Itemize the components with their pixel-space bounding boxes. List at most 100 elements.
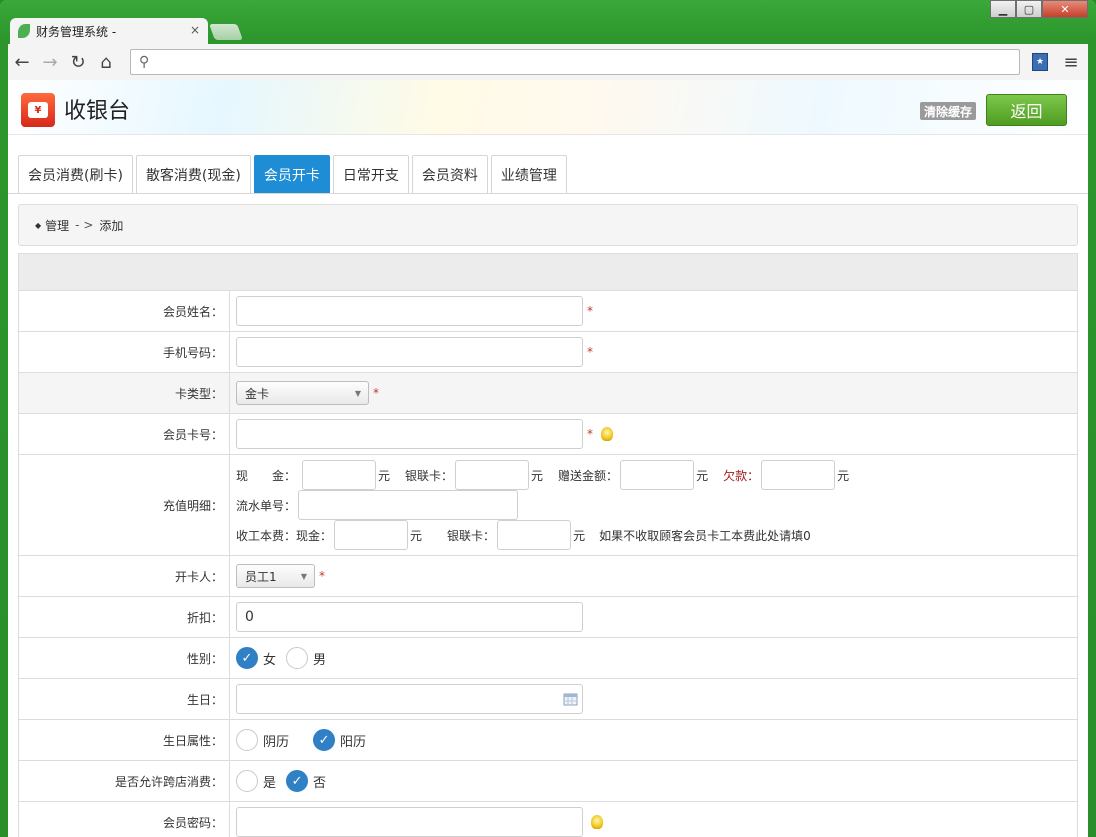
chevron-down-icon: ▼ [300,572,307,581]
serial-no-input[interactable] [298,490,519,520]
fee-note: 如果不收取顾客会员卡工本费此处请填0 [599,528,811,543]
row-birthday: 生日： [19,679,1077,720]
tab-guest-consume[interactable]: 散客消费(现金) [135,155,251,194]
yuan-unit: 元 [531,468,544,483]
yes-label: 是 [263,775,277,791]
browser-toolbar: ← → ↻ ⌂ ⚲ ★ ≡ [8,44,1088,80]
lunar-label: 阴历 [263,734,290,750]
bankcard-input[interactable] [455,460,530,490]
address-bar[interactable]: ⚲ [130,49,1020,75]
birthday-label: 生日： [19,679,230,719]
cross-store-yes-radio[interactable] [236,770,258,792]
app-header: ¥ 收银台 清除缓存 返回 [8,80,1088,135]
breadcrumb: ◆ 管理 - > 添加 [18,204,1078,246]
yuan-unit: 元 [696,468,709,483]
fee-bankcard-label: 银联卡： [447,528,496,543]
row-opener: 开卡人： 员工1 ▼ * [19,556,1077,597]
lunar-radio[interactable] [236,729,258,751]
reload-icon[interactable]: ↻ [64,48,92,76]
solar-radio[interactable]: ✓ [313,729,336,751]
clear-cache-button[interactable]: 清除缓存 [920,102,977,120]
cash-label: 现 金： [236,468,297,483]
phone-input[interactable] [236,337,583,367]
no-label: 否 [313,775,327,791]
browser-window: ▁ ▢ ✕ 财务管理系统 - × ← → ↻ ⌂ ⚲ ★ ≡ ¥ 收银台 清除缓… [0,0,1096,837]
home-icon[interactable]: ⌂ [92,48,120,76]
row-cross-store: 是否允许跨店消费： 是 ✓ 否 [19,761,1077,802]
opener-value: 员工1 [245,569,277,584]
new-tab-button[interactable] [209,24,243,40]
member-name-input[interactable] [236,296,583,326]
back-button[interactable]: 返回 [986,94,1067,126]
opener-select[interactable]: 员工1 ▼ [236,564,315,588]
tab-daily-expense[interactable]: 日常开支 [332,155,409,194]
opener-label: 开卡人： [19,556,230,596]
gift-amount-input[interactable] [620,460,695,490]
row-member-name: 会员姓名： * [19,291,1077,332]
gender-male-radio[interactable] [286,647,309,669]
row-card-number: 会员卡号： * [19,414,1077,455]
row-password: 会员密码： [19,802,1077,837]
tab-performance[interactable]: 业绩管理 [490,155,567,194]
cross-store-label: 是否允许跨店消费： [19,761,230,801]
cross-store-no-radio[interactable]: ✓ [286,770,309,792]
tab-member-open-card[interactable]: 会员开卡 [253,155,330,194]
card-type-select[interactable]: 金卡 ▼ [236,381,369,405]
gift-amount-label: 赠送金额： [558,468,619,483]
close-window-icon[interactable]: ✕ [1042,0,1088,18]
bankcard-label: 银联卡： [405,468,454,483]
search-icon: ⚲ [139,54,150,70]
card-number-input[interactable] [236,419,583,449]
yuan-unit: 元 [410,528,423,543]
birthday-type-label: 生日属性： [19,720,230,760]
card-fee-label: 收工本费： [236,528,297,543]
breadcrumb-add: 添加 [99,218,124,233]
yuan-unit: 元 [573,528,586,543]
row-phone: 手机号码： * [19,332,1077,373]
password-input[interactable] [236,807,583,837]
discount-input[interactable]: 0 [236,602,583,632]
tab-close-icon[interactable]: × [190,23,200,37]
browser-tab[interactable]: 财务管理系统 - × [10,18,208,44]
menu-icon[interactable]: ≡ [1060,50,1082,74]
page-viewport: ¥ 收银台 清除缓存 返回 会员消费(刷卡) 散客消费(现金) 会员开卡 日常开… [8,80,1088,837]
chevron-down-icon: ▼ [354,389,361,398]
back-arrow-icon[interactable]: ← [8,48,36,76]
maximize-icon[interactable]: ▢ [1016,0,1042,18]
required-mark: * [587,427,593,441]
diamond-icon: ◆ [35,220,42,230]
browser-tabstrip: 财务管理系统 - × [10,18,243,44]
open-card-form: 会员姓名： * 手机号码： * 卡类型： 金卡 ▼ * 会员卡号： * 充值明细… [18,253,1078,837]
browser-tab-title: 财务管理系统 - [36,24,117,39]
cash-register-logo-icon: ¥ [21,93,55,127]
minimize-icon[interactable]: ▁ [990,0,1016,18]
window-controls: ▁ ▢ ✕ [990,0,1088,18]
row-gender: 性别： ✓ 女 男 [19,638,1077,679]
tab-member-info[interactable]: 会员资料 [411,155,488,194]
male-label: 男 [313,652,327,668]
required-mark: * [373,386,379,400]
cash-input[interactable] [302,460,376,490]
forward-arrow-icon[interactable]: → [36,48,64,76]
breadcrumb-manage[interactable]: 管理 [45,217,69,234]
yuan-unit: 元 [378,468,391,483]
birthday-input[interactable] [236,684,583,714]
required-mark: * [319,569,325,583]
owe-input[interactable] [761,460,836,490]
gender-label: 性别： [19,638,230,678]
fee-bankcard-input[interactable] [497,520,572,550]
card-number-label: 会员卡号： [19,414,230,454]
bookmark-icon[interactable]: ★ [1032,53,1048,71]
page-title: 收银台 [64,99,131,124]
card-type-value: 金卡 [245,386,270,401]
calendar-icon[interactable] [560,685,582,713]
tab-member-consume[interactable]: 会员消费(刷卡) [18,155,133,194]
row-discount: 折扣： 0 [19,597,1077,638]
serial-no-label: 流水单号： [236,498,297,513]
phone-label: 手机号码： [19,332,230,372]
fee-cash-input[interactable] [334,520,409,550]
breadcrumb-separator: - > [75,218,94,232]
lightbulb-icon [601,427,613,441]
tabs-divider [8,193,1088,194]
gender-female-radio[interactable]: ✓ [236,647,258,669]
